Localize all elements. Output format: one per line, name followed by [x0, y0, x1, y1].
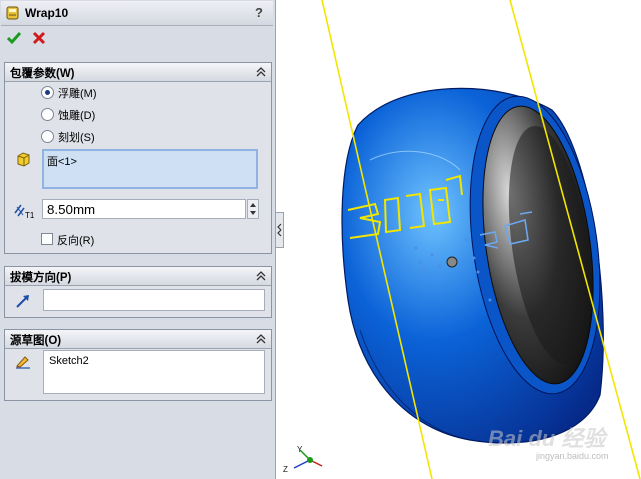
radio-deboss-label: 蚀雕(D) [58, 110, 96, 122]
cancel-x-icon[interactable] [31, 30, 47, 46]
svg-text:T1: T1 [25, 211, 35, 219]
radio-emboss-button[interactable] [41, 86, 54, 99]
thickness-icon: T1 [14, 204, 35, 219]
radio-scribe-label: 刻划(S) [58, 132, 95, 144]
pull-direction-title: 拔模方向(P) [10, 272, 72, 284]
wrap-parameters-title: 包覆参数(W) [10, 68, 75, 80]
feature-title: Wrap10 [25, 6, 69, 20]
face-cube-icon [17, 152, 30, 167]
sketch-icon [16, 356, 30, 369]
baidu-watermark-logo: Bai du 经验 [488, 426, 608, 451]
collapse-chevron-icon[interactable] [255, 66, 267, 78]
wrap-parameters-group: 包覆参数(W) 浮雕(M) 蚀雕(D) 刻划(S) 面<1> T1 8.50mm… [4, 62, 272, 254]
radio-deboss-button[interactable] [41, 108, 54, 121]
spinner-arrows-icon[interactable] [248, 200, 258, 218]
collapse-chevron-icon[interactable] [255, 333, 267, 345]
origin-point-icon [446, 256, 458, 268]
reverse-checkbox-box[interactable] [41, 233, 53, 245]
property-manager: Wrap10 ? 包覆参数(W) 浮雕(M) 蚀雕(D) 刻划(S) 面<1> … [0, 0, 276, 479]
source-sketch-header[interactable]: 源草图(O) [5, 330, 271, 349]
svg-text:Y: Y [297, 445, 303, 454]
thickness-input[interactable] [42, 199, 246, 219]
reverse-checkbox-label: 反向(R) [57, 235, 95, 247]
svg-text:Bai du 经验: Bai du 经验 [488, 426, 608, 451]
view-triad-icon[interactable]: Y Z [283, 445, 323, 474]
ok-check-icon[interactable] [6, 30, 22, 46]
collapse-chevron-icon[interactable] [255, 270, 267, 282]
direction-arrow-icon [16, 295, 29, 308]
pull-direction-header[interactable]: 拔模方向(P) [5, 267, 271, 286]
pull-direction-field[interactable] [43, 289, 265, 311]
thickness-spinner[interactable] [247, 199, 259, 219]
face-selection-box[interactable]: 面<1> [42, 149, 258, 189]
svg-text:Z: Z [283, 465, 288, 474]
radio-emboss-label: 浮雕(M) [58, 88, 97, 100]
wrap-parameters-header[interactable]: 包覆参数(W) [5, 63, 271, 82]
graphics-viewport[interactable]: Y Z Bai du 经验 [276, 0, 641, 479]
radio-scribe-button[interactable] [41, 130, 54, 143]
pull-direction-group: 拔模方向(P) [4, 266, 272, 318]
watermark-url-text: jingyan.baidu.com [536, 451, 609, 461]
source-sketch-field[interactable]: Sketch2 [43, 350, 265, 394]
source-sketch-title: 源草图(O) [10, 335, 62, 347]
wrap-feature-icon [6, 6, 19, 20]
feature-title-bar: Wrap10 ? [1, 1, 273, 26]
help-button[interactable]: ? [250, 4, 268, 22]
source-sketch-group: 源草图(O) Sketch2 [4, 329, 272, 401]
